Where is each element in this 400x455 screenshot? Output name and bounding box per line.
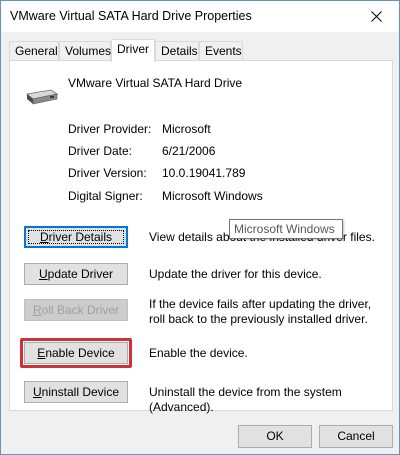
tab-volumes[interactable]: Volumes <box>59 41 111 61</box>
close-button[interactable] <box>353 1 399 32</box>
signer-tooltip: Microsoft Windows <box>229 219 343 239</box>
uninstall-device-button[interactable]: Uninstall Device <box>24 381 128 403</box>
driver-date-label: Driver Date: <box>68 144 133 158</box>
enable-device-button[interactable]: Enable Device <box>24 342 128 364</box>
tab-driver[interactable]: Driver <box>111 39 155 62</box>
hard-drive-icon <box>26 89 58 105</box>
roll-back-driver-button[interactable]: Roll Back Driver <box>24 299 128 321</box>
window-title: VMware Virtual SATA Hard Drive Propertie… <box>10 9 252 23</box>
digital-signer-value: Microsoft Windows <box>162 189 263 203</box>
update-driver-description: Update the driver for this device. <box>149 267 322 281</box>
driver-provider-value: Microsoft <box>162 122 211 136</box>
driver-details-button[interactable]: Driver Details <box>24 226 128 248</box>
focus-rectangle <box>28 230 124 244</box>
ok-button[interactable]: OK <box>238 425 312 448</box>
cancel-button[interactable]: Cancel <box>319 425 393 448</box>
properties-dialog: VMware Virtual SATA Hard Drive Propertie… <box>0 0 400 455</box>
title-bar: VMware Virtual SATA Hard Drive Propertie… <box>1 1 399 32</box>
close-icon <box>370 11 382 22</box>
digital-signer-label: Digital Signer: <box>68 189 143 203</box>
enable-device-description: Enable the device. <box>149 346 248 360</box>
update-driver-button[interactable]: Update Driver <box>24 263 128 285</box>
tab-events[interactable]: Events <box>199 41 243 61</box>
driver-provider-label: Driver Provider: <box>68 122 152 136</box>
roll-back-driver-description: If the device fails after updating the d… <box>149 297 372 326</box>
tab-strip: General Volumes Driver Details Events <box>9 39 393 62</box>
driver-version-value: 10.0.19041.789 <box>162 166 246 180</box>
tab-general[interactable]: General <box>9 41 59 61</box>
tab-details[interactable]: Details <box>155 41 199 61</box>
driver-version-label: Driver Version: <box>68 166 147 180</box>
driver-date-value: 6/21/2006 <box>162 144 216 158</box>
device-name: VMware Virtual SATA Hard Drive <box>68 76 243 90</box>
uninstall-device-description: Uninstall the device from the system (Ad… <box>149 385 342 414</box>
